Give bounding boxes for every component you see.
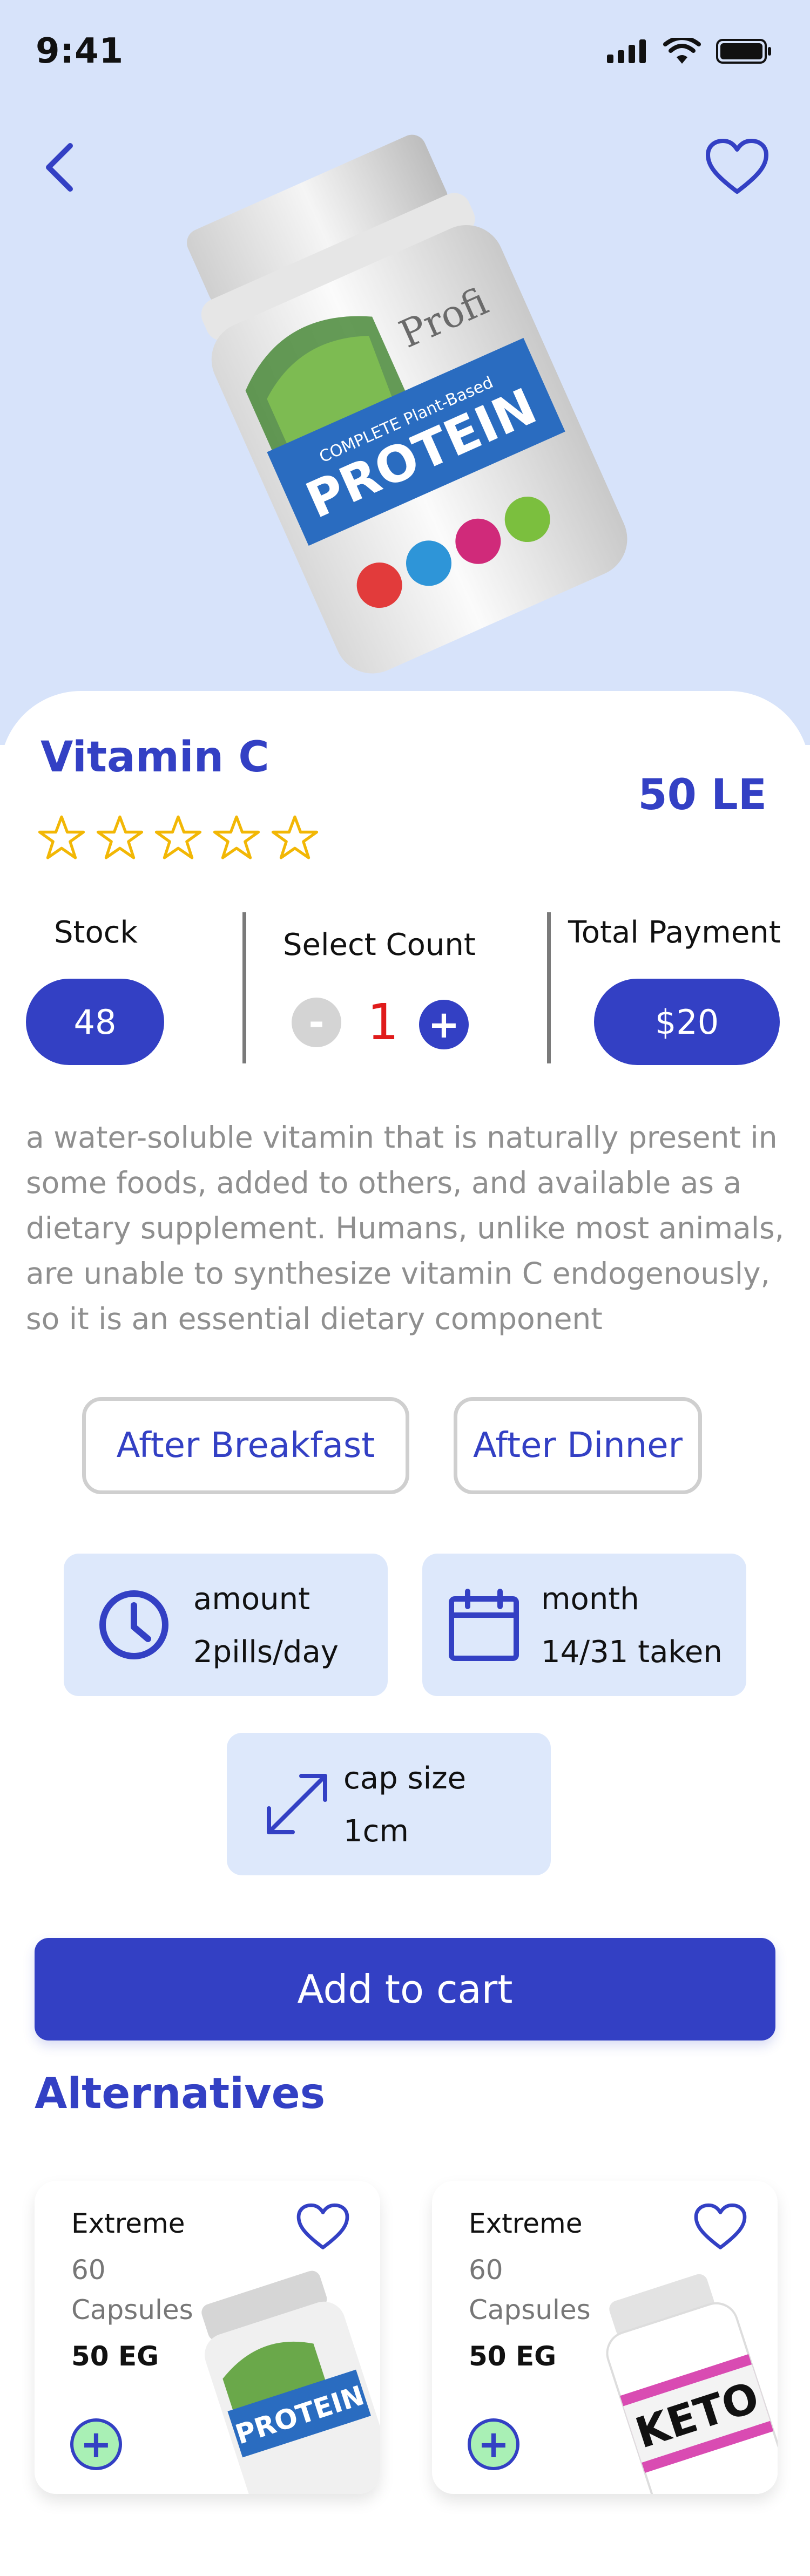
alternative-price: 50 EG: [469, 2341, 557, 2372]
battery-icon: [716, 39, 771, 64]
add-button[interactable]: +: [468, 2418, 519, 2470]
alternative-name: Extreme: [469, 2208, 583, 2239]
favorite-button[interactable]: [296, 2202, 350, 2252]
alternative-name: Extreme: [71, 2208, 185, 2239]
count-label: Select Count: [283, 927, 476, 962]
payment-value: $20: [594, 979, 780, 1065]
product-price: 50 LE: [638, 771, 767, 819]
divider: [242, 912, 246, 1063]
amount-value: 2pills/day: [193, 1635, 339, 1670]
divider: [547, 912, 551, 1063]
star-icon[interactable]: [96, 814, 144, 864]
increase-button[interactable]: +: [419, 1000, 469, 1049]
amount-card: amount 2pills/day: [64, 1554, 388, 1696]
chevron-left-icon: [46, 143, 73, 192]
wifi-icon: [663, 38, 701, 64]
calendar-icon: [449, 1589, 519, 1661]
stock-value: 48: [26, 979, 164, 1065]
alternative-qty-unit: Capsules: [71, 2294, 193, 2326]
month-card: month 14/31 taken: [422, 1554, 746, 1696]
heart-icon: [706, 139, 768, 194]
payment-label: Total Payment: [568, 915, 781, 950]
after-breakfast-chip[interactable]: After Breakfast: [82, 1397, 409, 1494]
alternative-card[interactable]: Extreme 60 Capsules 50 EG + PROTEIN: [35, 2181, 380, 2494]
alternative-qty: 60: [469, 2254, 503, 2286]
add-button[interactable]: +: [70, 2418, 122, 2470]
star-icon[interactable]: [271, 814, 319, 864]
rating-stars[interactable]: [38, 814, 319, 864]
alternative-card[interactable]: Extreme 60 Capsules 50 EG + KETO: [432, 2181, 778, 2494]
count-value: 1: [367, 993, 399, 1051]
status-icons: [607, 38, 772, 65]
cap-size-label: cap size: [343, 1761, 467, 1796]
alternative-qty: 60: [71, 2254, 106, 2286]
star-icon[interactable]: [213, 814, 260, 864]
alternatives-title: Alternatives: [35, 2070, 326, 2118]
decrease-button[interactable]: -: [292, 998, 341, 1047]
favorite-button[interactable]: [705, 138, 770, 197]
product-thumbnail: PROTEIN: [201, 2270, 380, 2494]
status-time: 9:41: [36, 31, 124, 71]
alternative-price: 50 EG: [71, 2341, 159, 2372]
heart-icon: [694, 2203, 747, 2249]
alternative-qty-unit: Capsules: [469, 2294, 591, 2326]
cellular-signal-icon: [607, 39, 646, 63]
product-description: a water-soluble vitamin that is naturall…: [26, 1120, 785, 1336]
product-title: Vitamin C: [40, 733, 269, 782]
month-label: month: [541, 1582, 639, 1617]
add-to-cart-button[interactable]: Add to cart: [35, 1938, 775, 2041]
month-value: 14/31 taken: [541, 1635, 723, 1670]
heart-icon: [296, 2203, 349, 2249]
cap-size-card: cap size 1cm: [227, 1733, 551, 1875]
resize-arrows-icon: [267, 1774, 327, 1834]
after-dinner-chip[interactable]: After Dinner: [454, 1397, 702, 1494]
product-thumbnail: KETO: [606, 2274, 778, 2494]
favorite-button[interactable]: [693, 2202, 747, 2252]
back-button[interactable]: [38, 140, 81, 194]
clock-icon: [99, 1590, 168, 1659]
star-icon[interactable]: [38, 814, 85, 864]
stock-label: Stock: [54, 915, 138, 950]
cap-size-value: 1cm: [343, 1814, 409, 1849]
star-icon[interactable]: [154, 814, 202, 864]
amount-label: amount: [193, 1582, 310, 1617]
